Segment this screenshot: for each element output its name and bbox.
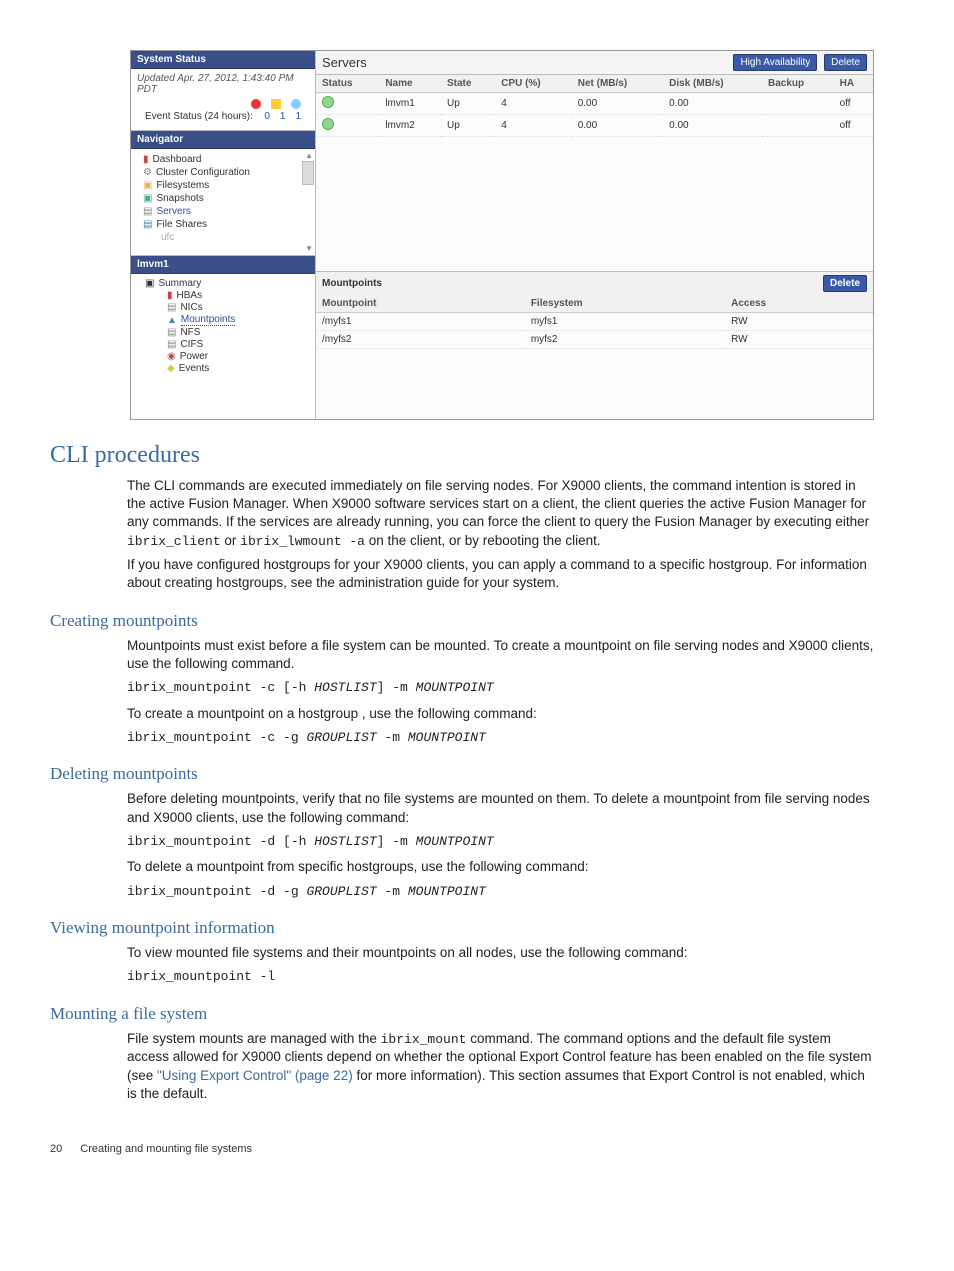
table-row[interactable]: /myfs2 myfs2 RW bbox=[316, 331, 873, 349]
page-footer: 20 Creating and mounting file systems bbox=[50, 1143, 874, 1155]
tree-nfs[interactable]: ▤NFS bbox=[137, 326, 309, 338]
table-row[interactable]: lmvm2 Up 4 0.00 0.00 off bbox=[316, 115, 873, 137]
subsection-heading: Creating mountpoints bbox=[50, 611, 874, 631]
system-status-body: Updated Apr. 27, 2012, 1:43:40 PM PDT Ev… bbox=[131, 69, 315, 131]
status-updated: Updated Apr. 27, 2012, 1:43:40 PM PDT bbox=[137, 73, 309, 95]
nav-item-file-shares[interactable]: ▤File Shares bbox=[131, 218, 315, 231]
mountpoints-header: Mountpoints Delete bbox=[316, 272, 873, 295]
paragraph: If you have configured hostgroups for yo… bbox=[127, 556, 874, 592]
nav-item-filesystems[interactable]: ▣Filesystems bbox=[131, 179, 315, 192]
col-name[interactable]: Name bbox=[379, 75, 441, 93]
info-count: 1 bbox=[295, 111, 301, 122]
servers-panel-header: Servers High Availability Delete bbox=[316, 51, 873, 75]
col-access[interactable]: Access bbox=[725, 295, 873, 313]
command-example: ibrix_mountpoint -c -g GROUPLIST -m MOUN… bbox=[127, 729, 874, 747]
navigator-tree: ▲ ▼ ▮Dashboard ⚙Cluster Configuration ▣F… bbox=[131, 149, 315, 255]
col-backup[interactable]: Backup bbox=[762, 75, 834, 93]
col-net[interactable]: Net (MB/s) bbox=[572, 75, 663, 93]
col-status[interactable]: Status bbox=[316, 75, 379, 93]
subsection-heading: Mounting a file system bbox=[50, 1004, 874, 1024]
navigator-header: Navigator bbox=[131, 131, 315, 149]
paragraph: Before deleting mountpoints, verify that… bbox=[127, 790, 874, 826]
command-example: ibrix_mountpoint -d [-h HOSTLIST] -m MOU… bbox=[127, 833, 874, 851]
col-disk[interactable]: Disk (MB/s) bbox=[663, 75, 762, 93]
subsection-heading: Deleting mountpoints bbox=[50, 764, 874, 784]
table-row[interactable]: lmvm1 Up 4 0.00 0.00 off bbox=[316, 93, 873, 115]
nav-item-dashboard[interactable]: ▮Dashboard bbox=[131, 153, 315, 166]
paragraph: Mountpoints must exist before a file sys… bbox=[127, 637, 874, 673]
paragraph: The CLI commands are executed immediatel… bbox=[127, 477, 874, 550]
paragraph: To view mounted file systems and their m… bbox=[127, 944, 874, 962]
scrollbar-handle[interactable] bbox=[302, 161, 314, 185]
nav-item-servers[interactable]: ▤Servers bbox=[131, 205, 315, 218]
status-ok-icon bbox=[322, 96, 334, 108]
tree-events[interactable]: ◆Events bbox=[137, 362, 309, 374]
servers-title: Servers bbox=[322, 55, 367, 70]
tree-cifs[interactable]: ▤CIFS bbox=[137, 338, 309, 350]
scroll-up-icon[interactable]: ▲ bbox=[305, 151, 313, 160]
warning-icon bbox=[271, 99, 281, 109]
delete-servers-button[interactable]: Delete bbox=[824, 54, 867, 71]
mountpoints-table: Mountpoint Filesystem Access /myfs1 myfs… bbox=[316, 295, 873, 349]
paragraph: To delete a mountpoint from specific hos… bbox=[127, 858, 874, 876]
nav-item-ufc[interactable]: ufc bbox=[131, 231, 315, 244]
page-number: 20 bbox=[50, 1143, 62, 1155]
warning-count: 1 bbox=[280, 111, 286, 122]
col-ha[interactable]: HA bbox=[834, 75, 873, 93]
nav-item-snapshots[interactable]: ▣Snapshots bbox=[131, 192, 315, 205]
command-example: ibrix_mountpoint -c [-h HOSTLIST] -m MOU… bbox=[127, 679, 874, 697]
footer-chapter-title: Creating and mounting file systems bbox=[80, 1143, 252, 1155]
server-detail-header: lmvm1 bbox=[131, 256, 315, 274]
col-mountpoint[interactable]: Mountpoint bbox=[316, 295, 525, 313]
section-heading: CLI procedures bbox=[50, 442, 874, 469]
tree-power[interactable]: ◉Power bbox=[137, 350, 309, 362]
cross-reference-link[interactable]: "Using Export Control" (page 22) bbox=[157, 1068, 353, 1083]
tree-nics[interactable]: ▤NICs bbox=[137, 301, 309, 313]
tree-mountpoints[interactable]: ▲Mountpoints bbox=[137, 313, 309, 326]
event-status-label: Event Status (24 hours): bbox=[145, 111, 253, 122]
command-example: ibrix_mountpoint -d -g GROUPLIST -m MOUN… bbox=[127, 883, 874, 901]
paragraph: To create a mountpoint on a hostgroup , … bbox=[127, 705, 874, 723]
servers-table: Status Name State CPU (%) Net (MB/s) Dis… bbox=[316, 75, 873, 137]
table-row[interactable]: /myfs1 myfs1 RW bbox=[316, 313, 873, 331]
scroll-down-icon[interactable]: ▼ bbox=[305, 244, 313, 253]
tree-hbas[interactable]: ▮HBAs bbox=[137, 289, 309, 301]
nav-item-cluster-config[interactable]: ⚙Cluster Configuration bbox=[131, 166, 315, 179]
server-detail-tree: ▣Summary ▮HBAs ▤NICs ▲Mountpoints ▤NFS ▤… bbox=[131, 274, 315, 378]
tree-summary[interactable]: ▣Summary bbox=[137, 278, 309, 289]
paragraph: File system mounts are managed with the … bbox=[127, 1030, 874, 1103]
management-console-screenshot: System Status Updated Apr. 27, 2012, 1:4… bbox=[130, 50, 874, 420]
subsection-heading: Viewing mountpoint information bbox=[50, 918, 874, 938]
status-ok-icon bbox=[322, 118, 334, 130]
info-icon bbox=[291, 99, 301, 109]
error-count: 0 bbox=[264, 111, 270, 122]
delete-mountpoints-button[interactable]: Delete bbox=[823, 275, 867, 292]
col-state[interactable]: State bbox=[441, 75, 495, 93]
system-status-header: System Status bbox=[131, 51, 315, 69]
command-example: ibrix_mountpoint -l bbox=[127, 968, 874, 986]
high-availability-button[interactable]: High Availability bbox=[733, 54, 817, 71]
error-icon bbox=[251, 99, 261, 109]
col-filesystem[interactable]: Filesystem bbox=[525, 295, 725, 313]
col-cpu[interactable]: CPU (%) bbox=[495, 75, 572, 93]
